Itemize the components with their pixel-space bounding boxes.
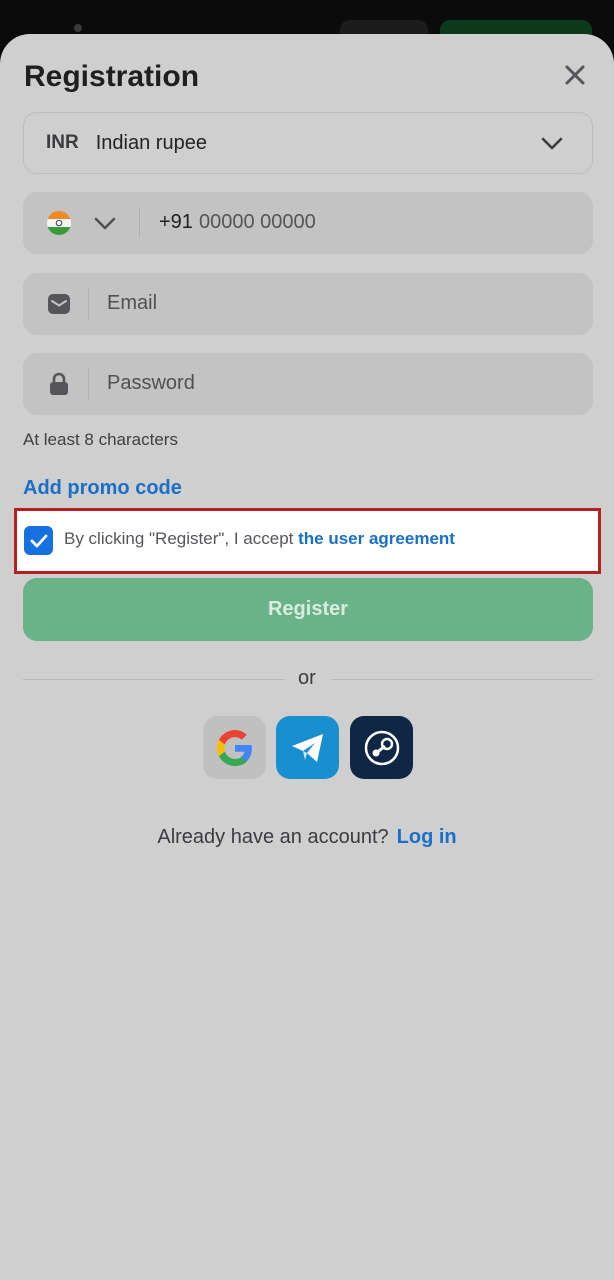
log-in-link[interactable]: Log in [397, 826, 457, 848]
close-icon [565, 65, 585, 85]
close-button[interactable] [560, 60, 590, 90]
login-prompt-row: Already have an account? Log in [0, 826, 614, 849]
telegram-icon [291, 733, 323, 762]
chevron-down-icon [541, 137, 563, 150]
registration-sheet: Registration INR Indian rupee +91 00000 … [0, 34, 614, 1280]
divider-line-left [23, 679, 285, 680]
steam-icon [364, 730, 399, 765]
email-field[interactable]: Email [23, 273, 593, 335]
telegram-login-button[interactable] [276, 716, 339, 779]
camera-dot [74, 24, 82, 32]
phone-country-code: +91 [159, 211, 193, 233]
lock-icon [47, 372, 71, 396]
currency-name: Indian rupee [95, 131, 207, 154]
google-icon [216, 729, 252, 766]
field-divider [139, 208, 140, 238]
add-promo-code-link[interactable]: Add promo code [23, 477, 182, 500]
envelope-icon [47, 292, 71, 316]
user-agreement-row: By clicking "Register", I accept the use… [14, 508, 601, 574]
phone-field[interactable]: +91 00000 00000 [23, 192, 593, 254]
checkmark-icon [30, 534, 47, 547]
currency-select[interactable]: INR Indian rupee [23, 112, 593, 174]
field-divider [88, 369, 89, 399]
phone-input[interactable]: 00000 00000 [199, 211, 316, 234]
page-title: Registration [24, 60, 200, 93]
register-button[interactable]: Register [23, 578, 593, 641]
agreement-label: By clicking "Register", I accept [64, 529, 299, 548]
login-prompt: Already have an account? [157, 826, 389, 848]
agreement-checkbox[interactable] [24, 526, 53, 555]
user-agreement-link[interactable]: the user agreement [298, 529, 455, 548]
google-login-button[interactable] [203, 716, 266, 779]
password-field[interactable]: Password [23, 353, 593, 415]
currency-code: INR [46, 132, 79, 153]
agreement-text: By clicking "Register", I accept the use… [64, 529, 455, 549]
chevron-down-icon[interactable] [93, 214, 117, 232]
or-divider-label: or [298, 667, 316, 689]
divider-line-right [331, 679, 593, 680]
steam-login-button[interactable] [350, 716, 413, 779]
email-input[interactable]: Email [107, 292, 157, 315]
password-input[interactable]: Password [107, 372, 195, 395]
field-divider [88, 289, 89, 319]
india-flag-icon[interactable] [47, 211, 71, 235]
password-hint: At least 8 characters [23, 430, 178, 449]
